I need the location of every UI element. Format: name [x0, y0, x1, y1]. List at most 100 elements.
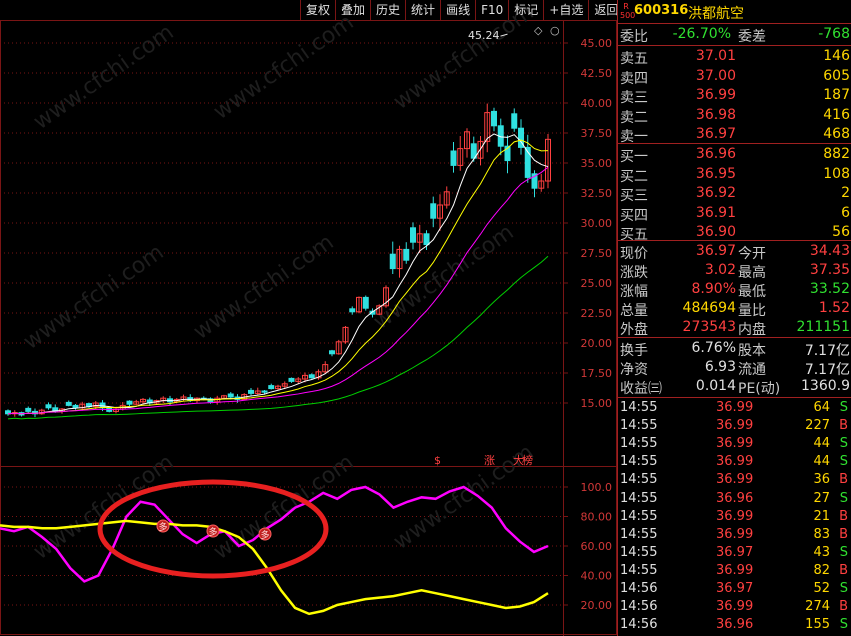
tick-side: B [839, 562, 848, 578]
bid-volume: 108 [823, 165, 850, 182]
statistics-button[interactable]: 统计 [405, 0, 440, 20]
candle-body [430, 203, 437, 219]
tick-side: S [839, 400, 848, 415]
candle-body [450, 150, 457, 166]
tick-side: S [839, 581, 848, 596]
tick-row: 14:55 36.99 83 B [618, 526, 851, 544]
tick-time: 14:55 [620, 400, 658, 415]
stat-label: PE(动) [738, 381, 781, 397]
stat-row: 涨跌 3.02 最高 37.35 [618, 261, 851, 281]
draw-line-button[interactable]: 画线 [440, 0, 475, 20]
tick-price: 36.99 [716, 508, 754, 524]
candle-body [403, 248, 410, 261]
stat-value: 211151 [796, 319, 850, 335]
stat-value: 8.90% [691, 281, 736, 297]
tick-time: 14:55 [620, 508, 658, 524]
history-button[interactable]: 历史 [370, 0, 405, 20]
tick-time: 14:55 [620, 526, 658, 542]
ask-row: 卖四 37.00 605 [618, 67, 851, 87]
ask-label: 卖二 [620, 109, 648, 126]
bid-row: 买四 36.91 6 [618, 204, 851, 224]
weicha-value: -768 [818, 26, 850, 42]
bid-row: 买一 36.96 882 [618, 145, 851, 165]
tick-time: 14:55 [620, 472, 658, 488]
tick-volume: 36 [813, 472, 830, 488]
divider [618, 397, 851, 398]
tick-row: 14:55 36.99 227 B [618, 417, 851, 435]
tick-row: 14:55 36.99 82 B [618, 562, 851, 580]
divider [618, 143, 851, 144]
tick-side: B [839, 472, 848, 488]
bid-label: 买五 [620, 227, 648, 243]
stat-label: 流通 [738, 362, 766, 378]
stock-code[interactable]: 600316 [634, 3, 688, 18]
price-tick-label: 32.50 [581, 187, 613, 200]
price-tick-label: 17.50 [581, 367, 613, 380]
buy-signal-label: 多 [260, 529, 269, 541]
weibi-value: -26.70% [672, 26, 731, 42]
tick-volume: 27 [813, 490, 830, 506]
watermark-text: www.cfchi.com [19, 240, 168, 355]
bid-price: 36.90 [695, 224, 736, 240]
kline-chart[interactable]: 45.00 42.50 40.00 37.50 35.00 32.50 30.00 27.50… [0, 0, 617, 636]
overlay-button[interactable]: 叠加 [335, 0, 370, 20]
stock-name[interactable]: 洪都航空 [688, 3, 744, 23]
quote-panel: R 500 600316 洪都航空 委比 -26.70% 委差 -768 卖五 3… [617, 0, 851, 636]
stat-value: 1.52 [818, 300, 850, 316]
stat-label: 净资 [620, 362, 648, 378]
margin-badge: R 500 [620, 2, 636, 20]
divider [618, 23, 851, 24]
tick-row: 14:55 36.99 21 B [618, 508, 851, 526]
candle-body [261, 390, 268, 393]
tick-price: 36.99 [716, 418, 754, 434]
stat-value: 7.17亿 [804, 343, 850, 359]
tick-price: 36.99 [716, 562, 754, 578]
mark-button[interactable]: 标记 [508, 0, 543, 20]
stat-row: 总量 484694 量比 1.52 [618, 299, 851, 319]
add-watchlist-button[interactable]: +自选 [543, 0, 588, 20]
tick-volume: 44 [813, 454, 830, 470]
stat-label: 最低 [738, 284, 766, 300]
tick-volume: 43 [813, 544, 830, 560]
chart-toolbar: 复权 叠加 历史 统计 画线 F10 标记 +自选 返回 [300, 0, 623, 20]
bid-price: 36.91 [695, 204, 736, 221]
price-tick-label: 37.50 [581, 127, 613, 140]
tick-time: 14:55 [620, 436, 658, 452]
tick-side: S [839, 490, 848, 506]
restore-rights-button[interactable]: 复权 [300, 0, 335, 20]
stat-row: 现价 36.97 今开 34.43 [618, 242, 851, 262]
price-tick-label: 35.00 [581, 157, 613, 170]
ask-volume: 605 [823, 67, 850, 84]
tick-side: S [839, 617, 848, 633]
divider [618, 240, 851, 241]
stat-value: 36.97 [695, 243, 736, 259]
bid-label: 买三 [620, 188, 648, 204]
bid-price: 36.95 [695, 165, 736, 182]
tick-row: 14:55 36.99 36 B [618, 471, 851, 489]
tick-time: 14:55 [620, 562, 658, 578]
tick-price: 36.97 [716, 581, 754, 596]
indicator-tick-label: 20.00 [581, 599, 613, 612]
bid-label: 买一 [620, 149, 648, 165]
candle-body [288, 377, 295, 382]
ask-row: 卖一 36.97 468 [618, 125, 851, 145]
tick-price: 36.99 [716, 400, 754, 415]
price-tick-label: 22.50 [581, 307, 613, 320]
stat-value: 33.52 [809, 281, 850, 297]
weibi-row: 委比 -26.70% 委差 -768 [618, 25, 851, 45]
price-tick-label: 15.00 [581, 397, 613, 410]
stock-title: R 500 600316 洪都航空 [618, 0, 851, 23]
stat-row: 净资 6.93 流通 7.17亿 [618, 358, 851, 378]
tick-price: 36.99 [716, 599, 754, 615]
stat-label: 量比 [738, 303, 766, 319]
tick-price: 36.99 [716, 454, 754, 470]
stat-value: 34.43 [809, 243, 850, 259]
stat-row: 外盘 273543 内盘 211151 [618, 318, 851, 338]
bid-volume: 2 [841, 185, 850, 201]
f10-button[interactable]: F10 [475, 0, 508, 20]
ask-price: 36.97 [695, 126, 736, 142]
bid-volume: 56 [832, 224, 850, 240]
marker-list: 榜 [522, 453, 533, 467]
candle-body [308, 374, 315, 379]
tick-time: 14:55 [620, 418, 658, 434]
